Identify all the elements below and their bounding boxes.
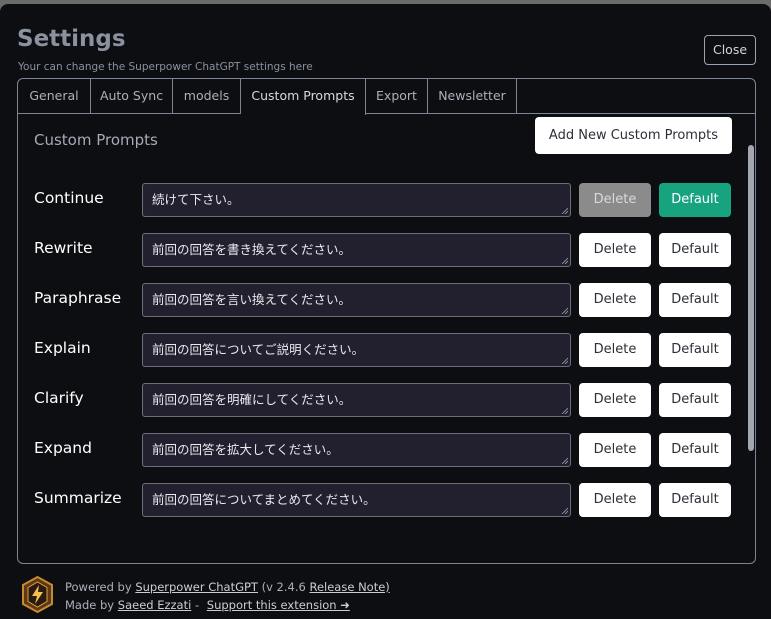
- delete-button[interactable]: Delete: [579, 433, 651, 467]
- prompt-input-text: 前回の回答を書き換えてください。: [152, 242, 352, 257]
- support-link[interactable]: Support this extension ➜: [207, 598, 350, 612]
- default-button[interactable]: Default: [659, 283, 731, 317]
- delete-button[interactable]: Delete: [579, 333, 651, 367]
- powered-by-label: Powered by: [65, 580, 132, 594]
- prompt-input-text: 続けて下さい。: [152, 192, 240, 207]
- prompt-row: Explain 前回の回答についてご説明ください。 Delete Default: [18, 333, 755, 367]
- resize-grip-icon[interactable]: [561, 307, 568, 314]
- default-button[interactable]: Default: [659, 483, 731, 517]
- delete-button[interactable]: Delete: [579, 483, 651, 517]
- version-text: (v 2.4.6: [261, 580, 306, 594]
- separator-text: -: [194, 598, 200, 612]
- prompt-label: Summarize: [34, 489, 122, 507]
- resize-grip-icon[interactable]: [561, 257, 568, 264]
- delete-button[interactable]: Delete: [579, 183, 651, 217]
- default-button[interactable]: Default: [659, 383, 731, 417]
- prompt-input[interactable]: 前回の回答を拡大してください。: [142, 433, 571, 467]
- product-link[interactable]: Superpower ChatGPT: [135, 580, 258, 594]
- prompt-input-text: 前回の回答についてまとめてください。: [152, 492, 376, 507]
- made-by-line: Made by Saeed Ezzati - Support this exte…: [65, 598, 350, 612]
- prompt-label: Rewrite: [34, 239, 93, 257]
- made-by-label: Made by: [65, 598, 115, 612]
- tab-export[interactable]: Export: [366, 79, 428, 114]
- section-title: Custom Prompts: [34, 131, 158, 149]
- prompt-input-text: 前回の回答を拡大してください。: [152, 442, 339, 457]
- prompt-label: Explain: [34, 339, 91, 357]
- prompt-input-text: 前回の回答を言い換えてください。: [152, 292, 352, 307]
- prompt-row: Clarify 前回の回答を明確にしてください。 Delete Default: [18, 383, 755, 417]
- prompt-input[interactable]: 前回の回答を明確にしてください。: [142, 383, 571, 417]
- footer: Powered by Superpower ChatGPT (v 2.4.6 R…: [0, 570, 771, 619]
- tab-general[interactable]: General: [18, 79, 91, 114]
- prompt-label: Continue: [34, 189, 104, 207]
- prompt-input[interactable]: 前回の回答を書き換えてください。: [142, 233, 571, 267]
- author-link[interactable]: Saeed Ezzati: [118, 598, 192, 612]
- page-subtitle: Your can change the Superpower ChatGPT s…: [18, 61, 313, 73]
- resize-grip-icon[interactable]: [561, 507, 568, 514]
- prompt-row: Expand 前回の回答を拡大してください。 Delete Default: [18, 433, 755, 467]
- default-button[interactable]: Default: [659, 433, 731, 467]
- add-custom-prompt-button[interactable]: Add New Custom Prompts: [535, 117, 732, 154]
- resize-grip-icon[interactable]: [561, 457, 568, 464]
- delete-button[interactable]: Delete: [579, 383, 651, 417]
- delete-button[interactable]: Delete: [579, 283, 651, 317]
- release-note-link[interactable]: Release Note): [309, 580, 389, 594]
- prompt-input-text: 前回の回答についてご説明ください。: [152, 342, 365, 357]
- default-button[interactable]: Default: [659, 183, 731, 217]
- powered-by-line: Powered by Superpower ChatGPT (v 2.4.6 R…: [65, 580, 390, 594]
- prompt-input[interactable]: 続けて下さい。: [142, 183, 571, 217]
- close-button[interactable]: Close: [704, 35, 756, 65]
- prompt-input[interactable]: 前回の回答についてまとめてください。: [142, 483, 571, 517]
- prompt-input-text: 前回の回答を明確にしてください。: [152, 392, 352, 407]
- prompt-input[interactable]: 前回の回答についてご説明ください。: [142, 333, 571, 367]
- tab-bar: General Auto Sync models Custom Prompts …: [18, 79, 755, 115]
- prompt-label: Clarify: [34, 389, 84, 407]
- resize-grip-icon[interactable]: [561, 207, 568, 214]
- prompt-row: Continue 続けて下さい。 Delete Default: [18, 183, 755, 217]
- resize-grip-icon[interactable]: [561, 407, 568, 414]
- prompt-label: Paraphrase: [34, 289, 122, 307]
- delete-button[interactable]: Delete: [579, 233, 651, 267]
- tab-custom-prompts[interactable]: Custom Prompts: [241, 79, 366, 115]
- prompt-row: Rewrite 前回の回答を書き換えてください。 Delete Default: [18, 233, 755, 267]
- tab-newsletter[interactable]: Newsletter: [428, 79, 517, 114]
- page-title: Settings: [17, 26, 126, 52]
- scrollbar[interactable]: [748, 145, 754, 451]
- settings-modal: Settings Your can change the Superpower …: [0, 4, 771, 619]
- prompt-row: Summarize 前回の回答についてまとめてください。 Delete Default: [18, 483, 755, 517]
- tab-auto-sync[interactable]: Auto Sync: [91, 79, 173, 114]
- prompt-label: Expand: [34, 439, 92, 457]
- tab-models[interactable]: models: [173, 79, 241, 114]
- default-button[interactable]: Default: [659, 333, 731, 367]
- prompt-row: Paraphrase 前回の回答を言い換えてください。 Delete Default: [18, 283, 755, 317]
- prompt-input[interactable]: 前回の回答を言い換えてください。: [142, 283, 571, 317]
- superpower-logo-icon: [22, 576, 53, 613]
- default-button[interactable]: Default: [659, 233, 731, 267]
- resize-grip-icon[interactable]: [561, 357, 568, 364]
- settings-panel: General Auto Sync models Custom Prompts …: [17, 78, 756, 564]
